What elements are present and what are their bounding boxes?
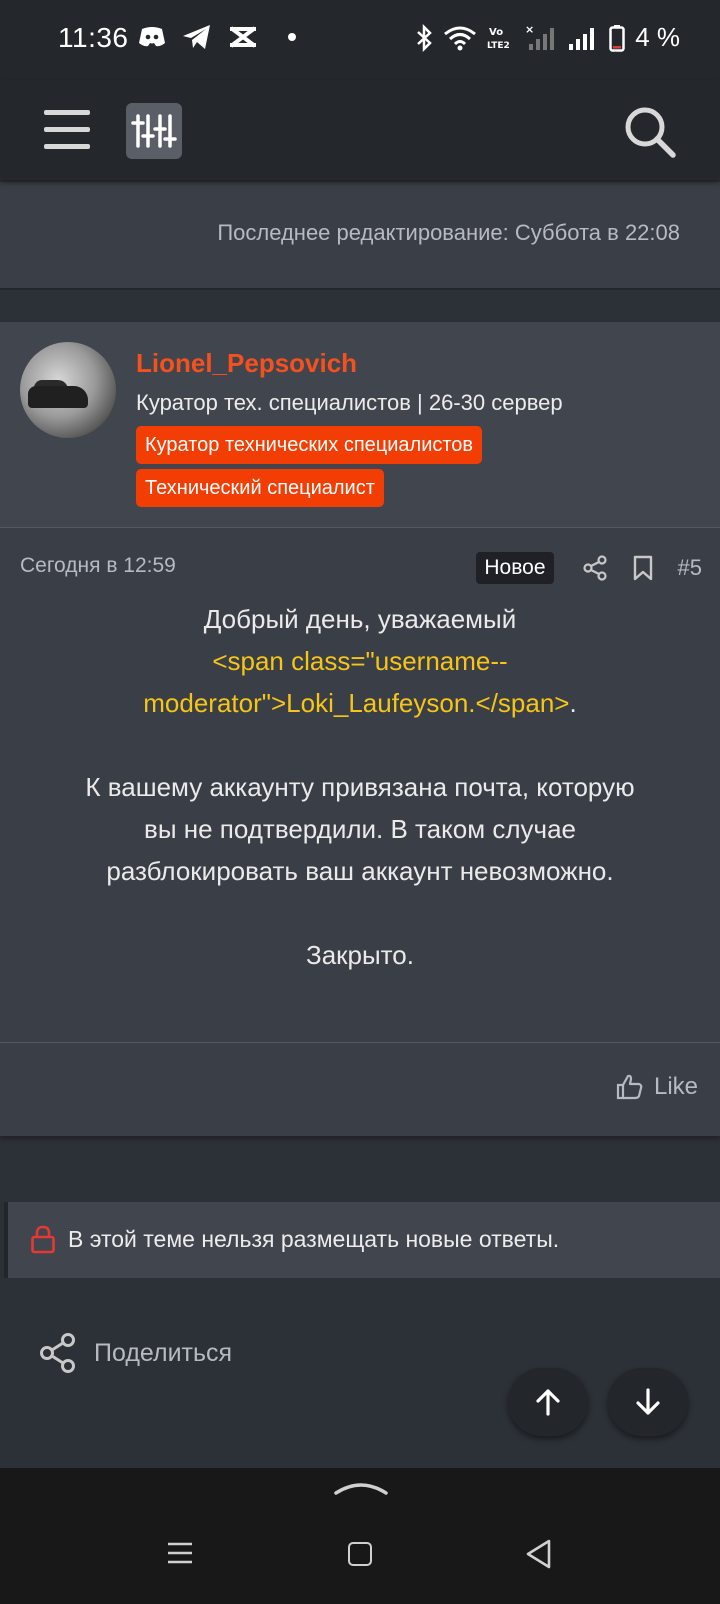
bluetooth-icon	[417, 23, 432, 52]
svg-text:LTE2: LTE2	[487, 41, 510, 51]
scroll-up-button[interactable]	[508, 1368, 588, 1436]
thumbs-up-icon	[616, 1074, 643, 1100]
system-nav-bar	[0, 1468, 720, 1604]
post-text: Закрыто.	[306, 940, 414, 970]
wifi-icon	[444, 26, 477, 50]
telegram-icon	[183, 25, 210, 49]
recent-apps-icon[interactable]	[166, 1540, 194, 1566]
system-icons: Vo LTE2 × 4 %	[415, 22, 680, 53]
author-username[interactable]: Lionel_Pepsovich	[136, 348, 357, 379]
post-text: <span class="username--	[212, 646, 508, 676]
sliders-icon	[131, 114, 177, 148]
svg-text:Vo: Vo	[489, 27, 503, 38]
discord-icon	[139, 27, 165, 47]
lock-icon	[31, 1225, 55, 1254]
status-time: 11:36	[58, 22, 129, 53]
locked-text: В этой теме нельзя размещать новые ответ…	[68, 1226, 560, 1252]
user-badge: Технический специалист	[136, 469, 384, 507]
previous-post-footer: Последнее редактирование: Суббота в 22:0…	[0, 182, 720, 290]
capcut-icon	[229, 26, 257, 48]
post-date[interactable]: Сегодня в 12:59	[20, 554, 176, 578]
filter-button[interactable]	[126, 103, 182, 159]
post-text: К вашему аккаунту привязана почта, котор…	[85, 772, 635, 802]
menu-icon	[44, 110, 90, 115]
like-button[interactable]: Like	[616, 1073, 698, 1101]
share-icon	[40, 1333, 75, 1373]
avatar[interactable]	[20, 342, 116, 438]
notification-icons	[138, 24, 300, 50]
post-text: вы не подтвердили. В таком случае	[144, 814, 576, 844]
author-title: Куратор тех. специалистов | 26-30 сервер	[136, 390, 563, 415]
scroll-down-button[interactable]	[608, 1368, 688, 1436]
share-label: Поделиться	[94, 1338, 233, 1367]
search-button[interactable]	[622, 104, 678, 160]
arrow-down-icon	[636, 1388, 660, 1415]
bookmark-button[interactable]	[632, 555, 654, 581]
share-icon	[582, 555, 607, 581]
signal-sim1-icon: ×	[525, 24, 555, 50]
post-text: Добрый день, уважаемый	[203, 604, 517, 634]
post-text: разблокировать ваш аккаунт невозможно.	[106, 856, 614, 886]
post-text: moderator">Loki_Laufeyson.</span>.	[143, 688, 577, 718]
battery-icon	[609, 24, 625, 52]
user-badge: Куратор технических специалистов	[136, 426, 483, 464]
status-bar: 11:36 Vo LTE2 × 4 %	[0, 0, 720, 80]
share-post-button[interactable]	[582, 555, 608, 581]
post-number[interactable]: #5	[678, 555, 702, 581]
app-bar	[0, 80, 720, 180]
post-user-block: Lionel_Pepsovich Куратор тех. специалист…	[0, 322, 720, 528]
post-5: Lionel_Pepsovich Куратор тех. специалист…	[0, 322, 720, 1136]
more-notifications-icon	[288, 33, 296, 41]
post-footer: Like	[0, 1042, 720, 1136]
expand-handle-icon[interactable]	[334, 1480, 388, 1496]
post-body: Добрый день, уважаемый <span class="user…	[0, 598, 720, 976]
share-thread-button[interactable]: Поделиться	[38, 1332, 232, 1374]
like-label: Like	[653, 1073, 698, 1100]
home-icon[interactable]	[348, 1542, 372, 1566]
bookmark-icon	[633, 555, 652, 581]
locked-notice: В этой теме нельзя размещать новые ответ…	[4, 1202, 720, 1278]
menu-button[interactable]	[44, 110, 90, 150]
search-icon	[625, 107, 676, 158]
battery-percent: 4 %	[635, 22, 680, 52]
post-actions: Новое #5	[476, 552, 702, 584]
volte-icon: Vo LTE2	[487, 27, 510, 51]
new-badge: Новое	[476, 552, 554, 584]
signal-sim2-icon	[569, 27, 595, 50]
back-icon[interactable]	[524, 1538, 552, 1570]
svg-text:×: ×	[525, 24, 534, 36]
arrow-up-icon	[536, 1389, 560, 1416]
last-edited-label: Последнее редактирование: Суббота в 22:0…	[217, 220, 680, 245]
